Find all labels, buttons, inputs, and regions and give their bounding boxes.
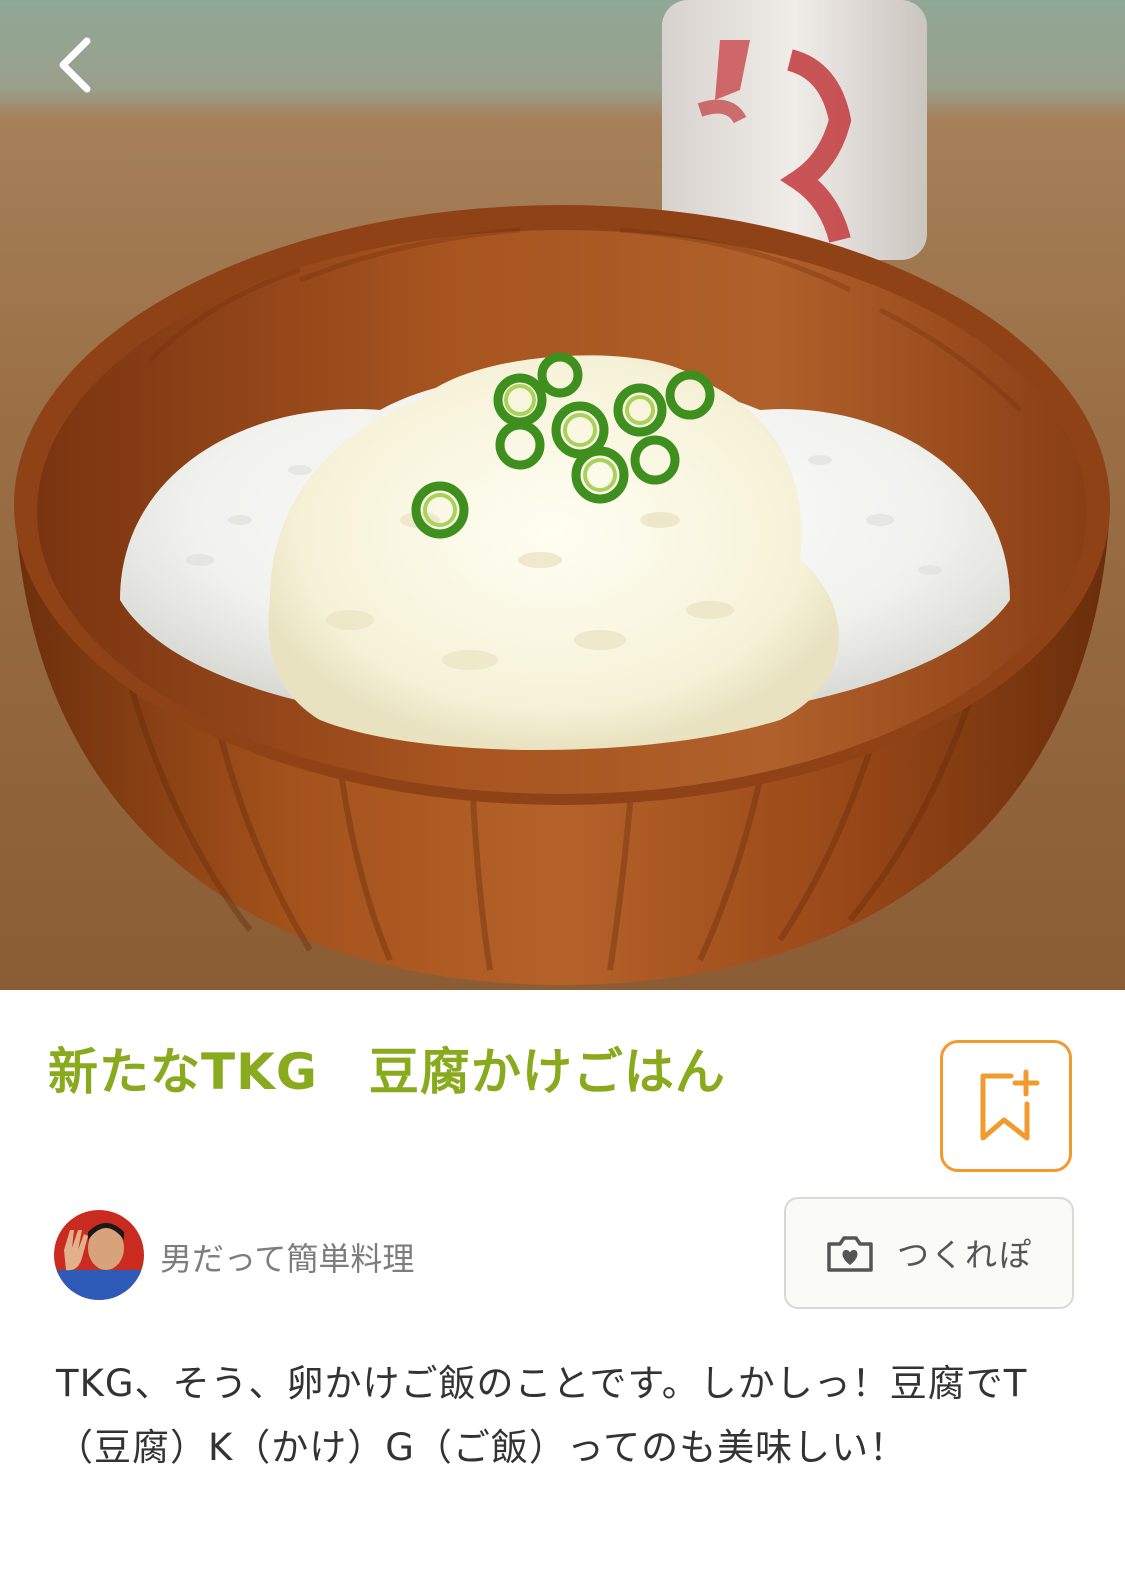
recipe-photo <box>0 0 1125 990</box>
tsukurepo-label: つくれぽ <box>896 1236 1033 1274</box>
tsukurepo-button[interactable]: つくれぽ <box>784 1197 1074 1309</box>
recipe-title: 新たなTKG 豆腐かけごはん <box>48 1043 726 1101</box>
bookmark-plus-icon <box>980 1069 1040 1141</box>
camera-heart-icon <box>827 1236 873 1272</box>
recipe-page: 新たなTKG 豆腐かけごはん 男だって簡単料理 つくれぽ TKG、そう、卵かけご… <box>0 0 1125 1584</box>
back-button[interactable] <box>40 30 110 100</box>
author-name[interactable]: 男だって簡単料理 <box>160 1234 414 1280</box>
bookmark-button[interactable] <box>940 1040 1072 1172</box>
chevron-left-icon <box>59 37 91 93</box>
recipe-description: TKG、そう、卵かけご飯のことです。しかしっ！豆腐でT（豆腐）K（かけ）G（ご飯… <box>56 1362 1028 1469</box>
author-avatar[interactable] <box>54 1210 144 1300</box>
